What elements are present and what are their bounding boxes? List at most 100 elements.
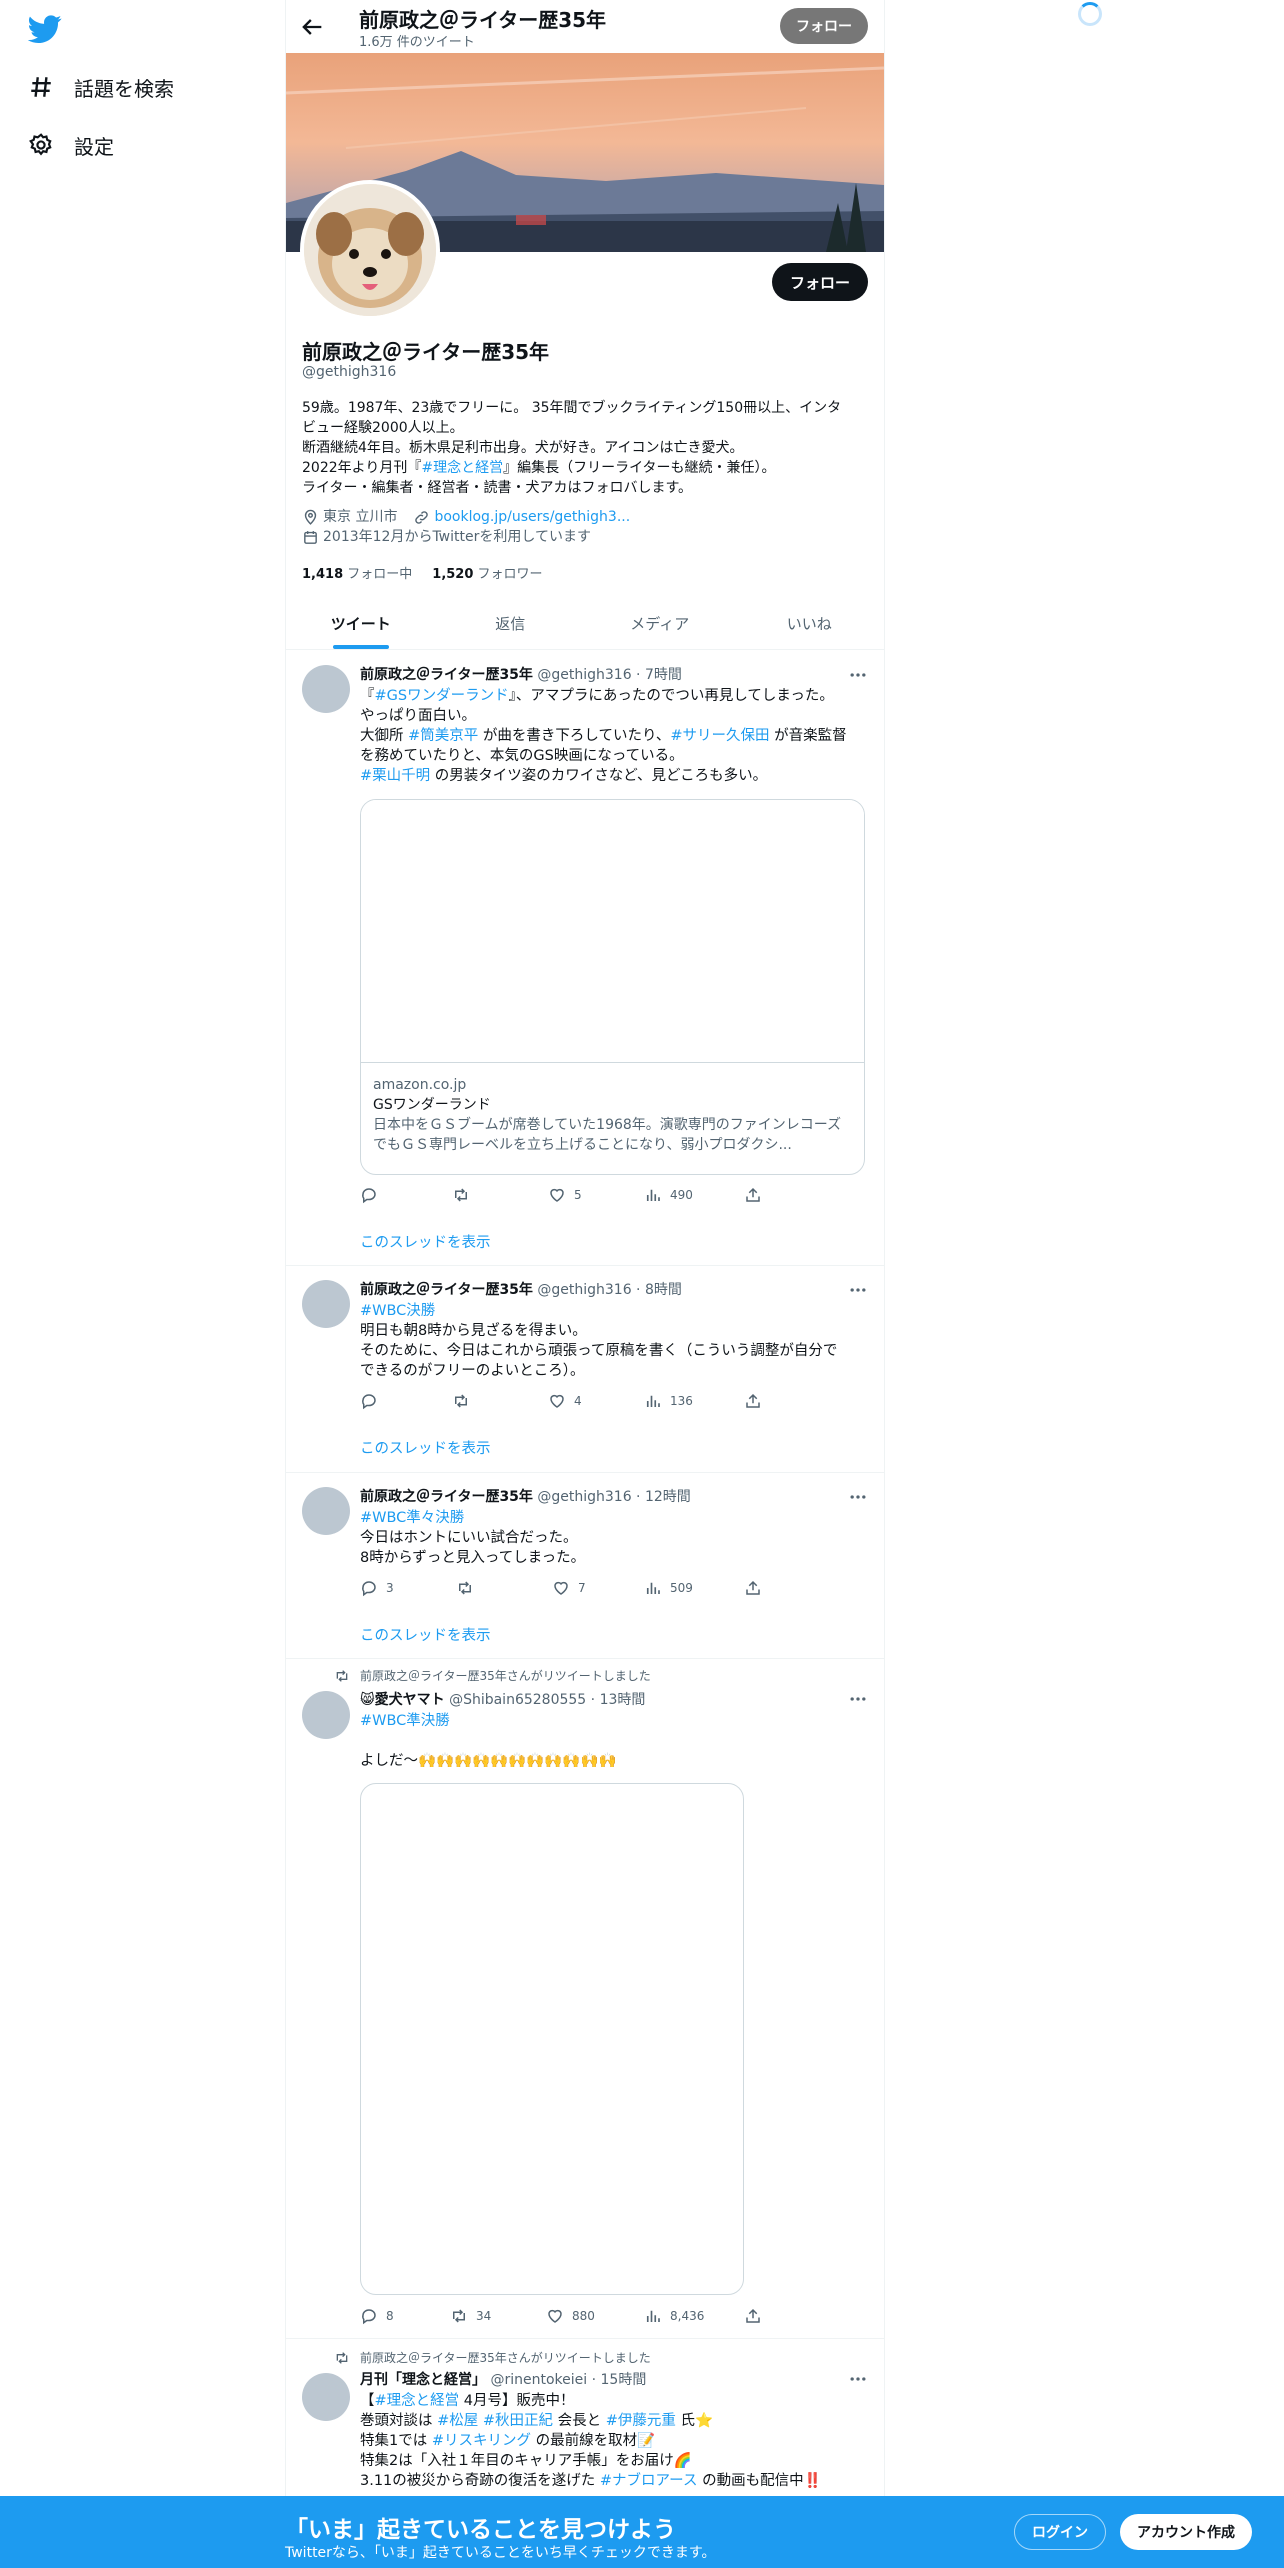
hashtag-link[interactable]: #WBC準々決勝	[360, 1510, 464, 1526]
nav-settings-label: 設定	[74, 134, 114, 159]
back-arrow-icon[interactable]	[298, 13, 326, 41]
tweet[interactable]: 前原政之＠ライター歴35年 @gethigh316 · 8時間 #WBC決勝 明…	[286, 1266, 884, 1473]
show-thread-link[interactable]: このスレッドを表示	[360, 1624, 491, 1645]
views-button[interactable]: 8,436	[644, 2307, 704, 2325]
hashtag-link[interactable]: #GSワンダーランド	[375, 688, 509, 704]
tweet-author-name[interactable]: 前原政之＠ライター歴35年	[360, 667, 533, 683]
retweeted-by-label[interactable]: 前原政之＠ライター歴35年さんがリツイートしました	[360, 2349, 651, 2366]
followers-link[interactable]: 1,520 フォロワー	[432, 563, 542, 582]
tweet[interactable]: 前原政之＠ライター歴35年さんがリツイートしました 😸愛犬ヤマト @Shibai…	[286, 1659, 884, 2339]
retweet-button[interactable]	[452, 1392, 478, 1410]
tweet-time[interactable]: 13時間	[600, 1692, 646, 1708]
share-button[interactable]	[744, 1186, 762, 1204]
tweet-time[interactable]: 7時間	[645, 667, 682, 683]
tweet-text: 『#GSワンダーランド』、アマプラにあったのでつい再見してしまった。 やっぱり面…	[360, 686, 870, 786]
more-options-icon[interactable]	[848, 1280, 868, 1300]
views-button[interactable]: 136	[644, 1392, 693, 1410]
hashtag-link[interactable]: #WBC決勝	[360, 1303, 435, 1319]
hashtag-link[interactable]: #理念と経営	[375, 2393, 460, 2409]
share-button[interactable]	[744, 1392, 762, 1410]
reply-button[interactable]: 3	[360, 1579, 394, 1597]
hashtag-link[interactable]: #サリー久保田	[670, 728, 769, 744]
loading-spinner-icon	[1078, 2, 1102, 26]
hashtag-link[interactable]: #リスキリング	[432, 2433, 531, 2449]
following-link[interactable]: 1,418 フォロー中	[302, 563, 412, 582]
tweet-text: #WBC準々決勝 今日はホントにいい試合だった。 8時からずっと見入ってしまった…	[360, 1508, 870, 1568]
reply-button[interactable]: 8	[360, 2307, 394, 2325]
tweet-time[interactable]: 8時間	[645, 1282, 682, 1298]
tweet-time[interactable]: 15時間	[601, 2372, 647, 2388]
view-count: 136	[670, 1394, 693, 1408]
tab-replies[interactable]: 返信	[436, 597, 586, 649]
nav-settings[interactable]: 設定	[28, 125, 114, 165]
tweet-author-handle[interactable]: @gethigh316	[537, 1489, 631, 1505]
bio-hashtag-link[interactable]: #理念と経営	[421, 460, 503, 476]
tweet-line: やっぱり面白い。	[360, 708, 476, 724]
more-options-icon[interactable]	[848, 2369, 868, 2389]
header-follow-button[interactable]: フォロー	[780, 8, 868, 44]
link-preview-card[interactable]: amazon.co.jp GSワンダーランド 日本中をＧＳブームが席巻していた1…	[360, 799, 865, 1175]
views-button[interactable]: 509	[644, 1579, 693, 1597]
signup-button[interactable]: アカウント作成	[1120, 2514, 1252, 2550]
profile-website-link[interactable]: booklog.jp/users/gethigh3...	[434, 507, 630, 527]
like-button[interactable]: 4	[548, 1392, 582, 1410]
nav-explore[interactable]: 話題を検索	[28, 67, 174, 107]
like-button[interactable]: 5	[548, 1186, 582, 1204]
retweet-button[interactable]	[456, 1579, 482, 1597]
profile-avatar[interactable]	[300, 180, 440, 320]
tweet-author-name[interactable]: 前原政之＠ライター歴35年	[360, 1282, 533, 1298]
share-button[interactable]	[744, 1579, 762, 1597]
more-options-icon[interactable]	[848, 665, 868, 685]
tweet-avatar[interactable]	[302, 1487, 350, 1535]
tweet-author-handle[interactable]: @gethigh316	[537, 1282, 631, 1298]
tweet-time[interactable]: 12時間	[645, 1489, 691, 1505]
hashtag-link[interactable]: #WBC準決勝	[360, 1713, 450, 1729]
tweet[interactable]: 前原政之＠ライター歴35年 @gethigh316 · 7時間 『#GSワンダー…	[286, 651, 884, 1266]
tab-likes[interactable]: いいね	[735, 597, 885, 649]
tweet-author-handle[interactable]: @rinentokeiei	[490, 2372, 587, 2388]
show-thread-link[interactable]: このスレッドを表示	[360, 1437, 491, 1458]
tweet-avatar[interactable]	[302, 1280, 350, 1328]
retweeted-by-label[interactable]: 前原政之＠ライター歴35年さんがリツイートしました	[360, 1667, 651, 1684]
hashtag-link[interactable]: #秋田正紀	[483, 2413, 553, 2429]
retweet-button[interactable]: 34	[450, 2307, 491, 2325]
hashtag-link[interactable]: #ナブロアース	[600, 2473, 698, 2489]
login-button[interactable]: ログイン	[1014, 2514, 1106, 2550]
profile-location: 東京 立川市	[323, 509, 398, 525]
retweet-count: 34	[476, 2309, 492, 2323]
share-button[interactable]	[744, 2307, 762, 2325]
tweet-author-name[interactable]: 😸愛犬ヤマト	[360, 1692, 445, 1708]
views-chart-icon	[646, 1582, 660, 1594]
retweet-button[interactable]	[452, 1186, 478, 1204]
views-chart-icon	[646, 1395, 660, 1407]
tweet-author-handle[interactable]: @Shibain65280555	[449, 1692, 586, 1708]
tweet-avatar[interactable]	[302, 1691, 350, 1739]
show-thread-link[interactable]: このスレッドを表示	[360, 1231, 491, 1252]
tweet-avatar[interactable]	[302, 665, 350, 713]
hashtag-link[interactable]: #栗山千明	[360, 768, 430, 784]
hashtag-link[interactable]: #伊藤元重	[606, 2413, 676, 2429]
tweet[interactable]: 前原政之＠ライター歴35年 @gethigh316 · 12時間 #WBC準々決…	[286, 1473, 884, 1659]
heart-icon	[550, 1394, 564, 1408]
tweet-author-name[interactable]: 月刊「理念と経営」	[360, 2372, 486, 2388]
like-button[interactable]: 7	[552, 1579, 586, 1597]
tweet-author-handle[interactable]: @gethigh316	[537, 667, 631, 683]
twitter-logo-icon[interactable]	[27, 12, 62, 46]
more-options-icon[interactable]	[848, 1487, 868, 1507]
hashtag-link[interactable]: #松屋	[437, 2413, 478, 2429]
tab-tweets[interactable]: ツイート	[286, 597, 436, 649]
reply-button[interactable]	[360, 1186, 386, 1204]
profile-follow-button[interactable]: フォロー	[771, 263, 868, 301]
tweet-avatar[interactable]	[302, 2373, 350, 2421]
views-button[interactable]: 490	[644, 1186, 693, 1204]
signup-prompt-title: 「いま」起きていることを見つけよう	[285, 2517, 676, 2543]
like-button[interactable]: 880	[546, 2307, 595, 2325]
tab-media[interactable]: メディア	[585, 597, 735, 649]
tweet-media-image[interactable]	[360, 1783, 744, 2295]
tweet-text-span: の最前線を取材📝	[531, 2433, 656, 2449]
tweet-author-name[interactable]: 前原政之＠ライター歴35年	[360, 1489, 533, 1505]
more-options-icon[interactable]	[848, 1689, 868, 1709]
hashtag-link[interactable]: #筒美京平	[408, 728, 478, 744]
reply-button[interactable]	[360, 1392, 386, 1410]
retweet-icon	[455, 1188, 467, 1202]
